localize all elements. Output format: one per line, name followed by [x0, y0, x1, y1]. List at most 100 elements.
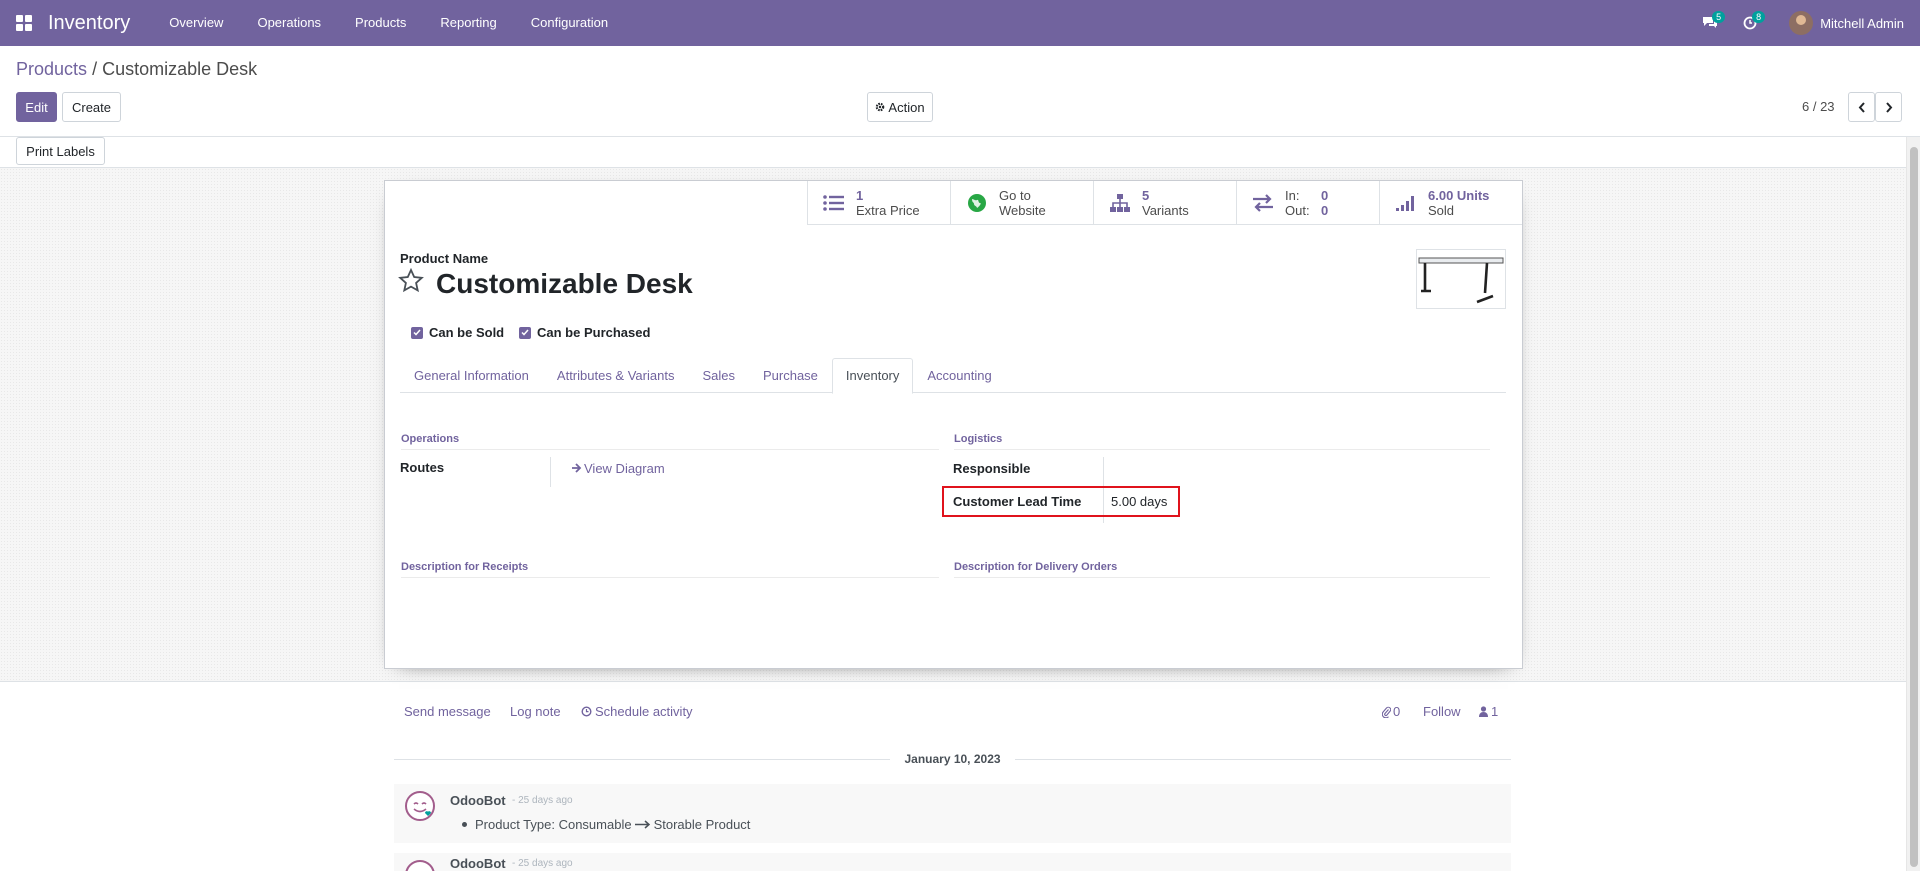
view-diagram-label: View Diagram [584, 461, 665, 476]
list-icon [822, 191, 846, 215]
chevron-right-icon [1885, 101, 1892, 113]
app-name[interactable]: Inventory [48, 12, 130, 35]
in-value: 0 [1321, 188, 1329, 203]
tab-inventory[interactable]: Inventory [831, 358, 914, 394]
menu-overview[interactable]: Overview [152, 0, 240, 46]
routes-separator [550, 457, 551, 487]
breadcrumb-current: Customizable Desk [102, 59, 258, 79]
description-receipts-title: Description for Receipts [401, 561, 529, 573]
paperclip-icon [1382, 706, 1391, 718]
product-name-label: Product Name [400, 251, 489, 266]
pager-next-button[interactable] [1875, 92, 1902, 122]
scrollbar-thumb[interactable] [1910, 147, 1918, 867]
extra-price-button[interactable]: 1 Extra Price [807, 181, 950, 225]
can-be-sold-checkbox[interactable] [411, 326, 423, 339]
top-navbar: Inventory Overview Operations Products R… [0, 0, 1920, 46]
extra-price-label: Extra Price [856, 203, 920, 218]
variants-button[interactable]: 5 Variants [1093, 181, 1236, 225]
can-be-purchased-label: Can be Purchased [537, 325, 651, 340]
create-button[interactable]: Create [62, 92, 121, 122]
in-label: In: [1285, 188, 1300, 203]
out-value: 0 [1321, 203, 1329, 218]
attachments-count: 0 [1393, 704, 1401, 719]
action-button[interactable]: Action [867, 92, 933, 122]
schedule-activity-button[interactable]: Schedule activity [581, 704, 693, 719]
operations-group-title: Operations [401, 433, 460, 445]
action-label: Action [888, 99, 925, 115]
header-divider [0, 136, 1920, 137]
schedule-activity-label: Schedule activity [595, 704, 693, 719]
odoobot-avatar-icon [405, 791, 435, 821]
signal-icon [1394, 191, 1418, 215]
can-be-sold-field: Can be Sold [411, 325, 504, 340]
view-diagram-link[interactable]: View Diagram [571, 461, 665, 476]
can-be-purchased-field: Can be Purchased [519, 325, 650, 340]
menu-products[interactable]: Products [338, 0, 423, 46]
follow-button[interactable]: Follow [1423, 704, 1461, 719]
variants-value: 5 [1142, 188, 1150, 203]
tracking-old-value: Product Type: Consumable [475, 817, 632, 832]
clock-icon [581, 706, 592, 717]
activities-badge: 8 [1752, 11, 1766, 23]
can-be-sold-label: Can be Sold [429, 325, 505, 340]
message-time: - 25 days ago [512, 795, 573, 806]
message-tracking-value: Product Type: Consumable Storable Produc… [462, 817, 750, 832]
attachments-button[interactable]: 0 [1382, 704, 1400, 719]
tab-general-information[interactable]: General Information [400, 358, 543, 393]
smart-buttons: 1 Extra Price Go to Website 5 Variants I… [807, 181, 1522, 225]
pager-previous-button[interactable] [1848, 92, 1875, 122]
website-line1: Go to [999, 188, 1031, 203]
sold-value: 6.00 Units [1428, 188, 1490, 203]
print-labels-button[interactable]: Print Labels [16, 137, 105, 165]
sitemap-icon [1108, 191, 1132, 215]
message-time: - 25 days ago [512, 858, 573, 869]
tab-attributes-variants[interactable]: Attributes & Variants [543, 358, 689, 393]
product-image[interactable] [1416, 249, 1506, 309]
units-sold-button[interactable]: 6.00 Units Sold [1379, 181, 1522, 225]
logistics-divider [954, 449, 1490, 450]
logistics-group-title: Logistics [954, 433, 1003, 445]
message-author[interactable]: OdooBot [450, 793, 506, 808]
apps-menu-icon[interactable] [16, 15, 32, 31]
globe-icon [965, 191, 989, 215]
menu-operations[interactable]: Operations [240, 0, 338, 46]
followers-count: 1 [1491, 704, 1499, 719]
in-out-button[interactable]: In: 0 Out: 0 [1236, 181, 1379, 225]
odoobot-avatar-icon [405, 860, 435, 871]
tab-sales[interactable]: Sales [688, 358, 749, 393]
exchange-icon [1251, 191, 1275, 215]
breadcrumb: Products / Customizable Desk [16, 59, 257, 80]
tab-purchase[interactable]: Purchase [749, 358, 832, 393]
extra-price-value: 1 [856, 188, 864, 203]
favorite-star-icon[interactable] [398, 268, 424, 294]
user-icon [1479, 706, 1488, 717]
arrow-right-icon [572, 463, 582, 473]
send-message-button[interactable]: Send message [404, 704, 491, 719]
chatter-message: OdooBot - 25 days ago [394, 853, 1511, 871]
message-author[interactable]: OdooBot [450, 856, 506, 871]
pager-value[interactable]: 6 / 23 [1802, 99, 1835, 114]
chevron-left-icon [1858, 101, 1865, 113]
followers-button[interactable]: 1 [1479, 704, 1498, 719]
variants-label: Variants [1142, 203, 1189, 218]
breadcrumb-products[interactable]: Products [16, 59, 87, 79]
product-name[interactable]: Customizable Desk [436, 268, 693, 300]
page-scrollbar[interactable] [1906, 137, 1920, 871]
can-be-purchased-checkbox[interactable] [519, 326, 531, 339]
highlight-annotation [942, 486, 1180, 517]
edit-button[interactable]: Edit [16, 92, 57, 122]
user-menu[interactable]: Mitchell Admin [1789, 11, 1904, 35]
product-form-sheet: 1 Extra Price Go to Website 5 Variants I… [384, 180, 1523, 669]
messaging-button[interactable]: 5 [1697, 10, 1726, 36]
go-to-website-button[interactable]: Go to Website [950, 181, 1093, 225]
tab-accounting[interactable]: Accounting [913, 358, 1005, 393]
log-note-button[interactable]: Log note [510, 704, 561, 719]
menu-reporting[interactable]: Reporting [423, 0, 513, 46]
receipts-divider [401, 577, 939, 578]
activities-button[interactable]: 8 [1737, 10, 1766, 36]
menu-configuration[interactable]: Configuration [514, 0, 625, 46]
operations-divider [401, 449, 939, 450]
responsible-label: Responsible [953, 461, 1031, 476]
gear-icon [876, 102, 885, 112]
messages-badge: 5 [1712, 11, 1726, 23]
